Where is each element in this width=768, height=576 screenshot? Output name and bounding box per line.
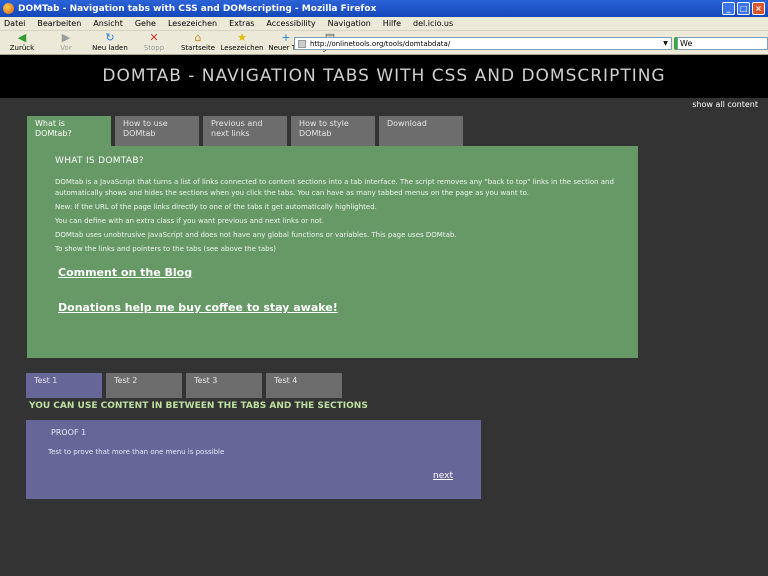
forward-button[interactable]: ▶ Vor — [44, 31, 88, 53]
chevron-down-icon[interactable]: ▼ — [661, 39, 670, 48]
donations-link[interactable]: Donations help me buy coffee to stay awa… — [58, 301, 638, 314]
tab-test-3[interactable]: Test 3 — [186, 373, 262, 398]
menu-file[interactable]: Datei — [4, 19, 25, 28]
main-tab-list: What is DOMtab? How to use DOMtab Previo… — [27, 116, 467, 146]
tab-how-to-use[interactable]: How to use DOMtab — [115, 116, 199, 146]
page-banner: DOMTAB - NAVIGATION TABS WITH CSS AND DO… — [0, 55, 768, 98]
section-paragraph: To show the links and pointers to the ta… — [55, 245, 276, 253]
url-input[interactable]: http://onlinetools.org/tools/domtabdata/… — [294, 37, 672, 50]
url-text: http://onlinetools.org/tools/domtabdata/ — [310, 39, 451, 48]
home-button[interactable]: ⌂ Startseite — [176, 31, 220, 53]
tab-what-is-domtab[interactable]: What is DOMtab? — [27, 116, 111, 146]
menu-accessibility[interactable]: Accessibility — [266, 19, 315, 28]
section-paragraph: New: If the URL of the page links direct… — [55, 203, 377, 211]
tab-previous-next[interactable]: Previous and next links — [203, 116, 287, 146]
menu-navigation[interactable]: Navigation — [328, 19, 371, 28]
maximize-button[interactable]: □ — [737, 2, 750, 15]
menu-edit[interactable]: Bearbeiten — [37, 19, 81, 28]
proof-title: PROOF 1 — [51, 428, 87, 437]
home-icon: ⌂ — [194, 31, 202, 44]
bookmark-button[interactable]: ★ Lesezeichen — [220, 31, 264, 53]
test-tab-list: Test 1 Test 2 Test 3 Test 4 — [26, 373, 346, 398]
tab-test-4[interactable]: Test 4 — [266, 373, 342, 398]
next-link[interactable]: next — [433, 471, 453, 481]
menu-delicious[interactable]: del.icio.us — [413, 19, 453, 28]
section-proof-1: PROOF 1 Test to prove that more than one… — [26, 420, 481, 499]
reload-button[interactable]: ↻ Neu laden — [88, 31, 132, 53]
search-input[interactable]: We — [677, 37, 768, 50]
new-tab-icon: + — [281, 31, 291, 44]
forward-arrow-icon: ▶ — [61, 31, 71, 44]
section-what-is-domtab: WHAT IS DOMTAB? DOMtab is a JavaScript t… — [27, 146, 638, 358]
menu-bar: Datei Bearbeiten Ansicht Gehe Lesezeiche… — [0, 17, 768, 31]
proof-text: Test to prove that more than one menu is… — [48, 448, 225, 456]
back-arrow-icon: ◀ — [17, 31, 27, 44]
reload-icon: ↻ — [105, 31, 115, 44]
section-paragraph: You can define with an extra class if yo… — [55, 217, 325, 225]
menu-bookmarks[interactable]: Lesezeichen — [168, 19, 217, 28]
window-titlebar: DOMTab - Navigation tabs with CSS and DO… — [0, 0, 768, 17]
star-icon: ★ — [237, 31, 247, 44]
comment-on-blog-link[interactable]: Comment on the Blog — [58, 266, 638, 279]
between-content-text: YOU CAN USE CONTENT IN BETWEEN THE TABS … — [29, 401, 368, 411]
menu-help[interactable]: Hilfe — [383, 19, 401, 28]
menu-view[interactable]: Ansicht — [93, 19, 123, 28]
search-engine-text: We — [680, 39, 693, 48]
menu-go[interactable]: Gehe — [135, 19, 156, 28]
firefox-icon — [3, 3, 14, 14]
tab-test-1[interactable]: Test 1 — [26, 373, 102, 398]
section-title: WHAT IS DOMTAB? — [55, 156, 144, 166]
page-content: DOMTAB - NAVIGATION TABS WITH CSS AND DO… — [0, 55, 768, 576]
site-favicon-icon — [298, 39, 306, 48]
menu-tools[interactable]: Extras — [229, 19, 254, 28]
window-title: DOMTab - Navigation tabs with CSS and DO… — [18, 3, 377, 14]
close-button[interactable]: × — [752, 2, 765, 15]
stop-button[interactable]: ✕ Stopp — [132, 31, 176, 53]
window-controls: _ □ × — [722, 2, 765, 15]
tab-download[interactable]: Download — [379, 116, 463, 146]
stop-icon: ✕ — [149, 31, 159, 44]
section-paragraph: DOMtab is a JavaScript that turns a list… — [55, 178, 614, 197]
back-button[interactable]: ◀ Zurück — [0, 31, 44, 53]
tab-test-2[interactable]: Test 2 — [106, 373, 182, 398]
section-paragraph: DOMtab uses unobtrusive JavaScript and d… — [55, 231, 457, 239]
minimize-button[interactable]: _ — [722, 2, 735, 15]
show-all-content-link[interactable]: show all content — [692, 100, 758, 109]
tab-how-to-style[interactable]: How to style DOMtab — [291, 116, 375, 146]
